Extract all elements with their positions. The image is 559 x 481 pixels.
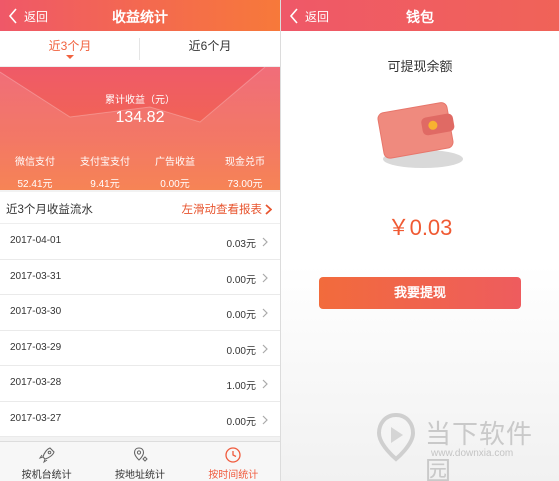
clock-icon xyxy=(225,447,241,463)
stat-name: 广告收益 xyxy=(155,157,195,168)
stat-wechat-pay: 微信支付 52.41元 xyxy=(0,153,70,190)
header-bar: 返回 收益统计 xyxy=(0,0,280,31)
active-indicator-icon xyxy=(66,55,74,59)
income-summary: 累计收益（元） 134.82 微信支付 52.41元 支付宝支付 9.41元 广… xyxy=(0,67,280,190)
watermark-url: www.downxia.com xyxy=(431,448,514,459)
list-item[interactable]: 2017-03-28 1.00元 xyxy=(0,366,280,402)
row-date: 2017-03-28 xyxy=(10,377,62,388)
stat-value: 9.41元 xyxy=(90,179,120,190)
chevron-right-icon xyxy=(262,379,268,389)
row-amount: 0.00元 xyxy=(226,416,256,428)
wallet-screen: 返回 钱包 可提现余额 ￥0.03 我要提现 当下软件园 www.downxia… xyxy=(281,0,559,481)
chevron-right-icon xyxy=(265,203,272,215)
period-tabs: 近3个月 近6个月 xyxy=(0,31,280,67)
watermark-logo-icon xyxy=(376,412,416,462)
chevron-right-icon xyxy=(262,344,268,353)
row-amount: 0.03元 xyxy=(226,239,256,250)
list-item[interactable]: 2017-03-31 0.00元 xyxy=(0,259,280,295)
income-stats-screen: 返回 收益统计 近3个月 近6个月 累计收益（元） 134.82 微信支付 52… xyxy=(0,0,280,481)
nav-by-time[interactable]: 按时间统计 xyxy=(187,442,280,481)
stat-ad-income: 广告收益 0.00元 xyxy=(140,153,210,190)
income-breakdown: 微信支付 52.41元 支付宝支付 9.41元 广告收益 0.00元 现金兑币 … xyxy=(0,153,280,190)
stat-name: 现金兑币 xyxy=(225,157,265,168)
row-date: 2017-03-29 xyxy=(10,341,62,353)
view-report-link[interactable]: 左滑动查看报表 xyxy=(181,201,272,217)
stat-value: 0.00元 xyxy=(160,179,190,190)
rocket-icon xyxy=(38,447,55,464)
income-flow-list: 2017-04-01 0.03元 2017-03-31 0.00元 2017-0… xyxy=(0,224,280,437)
row-date: 2017-04-01 xyxy=(10,235,62,246)
row-date: 2017-03-31 xyxy=(10,270,62,282)
list-item[interactable]: 2017-04-01 0.03元 xyxy=(0,224,280,260)
chevron-right-icon xyxy=(262,415,268,424)
wallet-icon xyxy=(377,102,463,168)
nav-label: 按机台统计 xyxy=(21,470,72,481)
row-date: 2017-03-30 xyxy=(10,306,62,317)
header-bar: 返回 钱包 xyxy=(281,0,559,31)
nav-by-machine[interactable]: 按机台统计 xyxy=(0,442,93,481)
withdrawable-balance-label: 可提现余额 xyxy=(387,59,453,74)
nav-label: 按地址统计 xyxy=(114,470,165,481)
stat-name: 支付宝支付 xyxy=(80,157,130,168)
balance-amount: ￥0.03 xyxy=(387,215,453,240)
stat-name: 微信支付 xyxy=(15,157,55,168)
income-flow-title: 近3个月收益流水 xyxy=(6,204,93,216)
stat-value: 52.41元 xyxy=(17,179,53,190)
stat-cash-exchange: 现金兑币 73.00元 xyxy=(210,153,280,190)
total-income-value: 134.82 xyxy=(115,109,165,126)
list-item[interactable]: 2017-03-29 0.00元 xyxy=(0,330,280,366)
row-amount: 1.00元 xyxy=(226,381,256,392)
bottom-nav: 按机台统计 按地址统计 按时间统计 xyxy=(0,441,280,481)
watermark: 当下软件园 www.downxia.com xyxy=(373,408,553,481)
row-date: 2017-03-27 xyxy=(10,412,62,424)
location-icon xyxy=(133,447,148,462)
row-amount: 0.00元 xyxy=(226,345,256,357)
income-flow-header: 近3个月收益流水 左滑动查看报表 xyxy=(0,192,280,224)
nav-by-location[interactable]: 按地址统计 xyxy=(93,442,186,481)
tab-6-months[interactable]: 近6个月 xyxy=(140,31,280,66)
row-amount: 0.00元 xyxy=(226,274,256,286)
tab-label: 近3个月 xyxy=(48,39,92,53)
page-title: 钱包 xyxy=(406,9,434,25)
view-report-label: 左滑动查看报表 xyxy=(181,204,263,216)
list-item[interactable]: 2017-03-30 0.00元 xyxy=(0,295,280,331)
list-item[interactable]: 2017-03-27 0.00元 xyxy=(0,401,280,437)
row-amount: 0.00元 xyxy=(226,310,256,321)
chevron-right-icon xyxy=(262,308,268,318)
page-title: 收益统计 xyxy=(112,9,168,25)
tab-label: 近6个月 xyxy=(188,39,232,53)
chevron-right-icon xyxy=(262,237,268,247)
total-income-label: 累计收益（元） xyxy=(105,95,175,106)
tab-3-months[interactable]: 近3个月 xyxy=(0,31,140,66)
stat-value: 73.00元 xyxy=(227,179,263,190)
withdraw-button[interactable]: 我要提现 xyxy=(319,277,521,309)
nav-label: 按时间统计 xyxy=(208,470,259,481)
tab-divider xyxy=(139,38,140,60)
stat-alipay: 支付宝支付 9.41元 xyxy=(70,153,140,190)
chevron-right-icon xyxy=(262,273,268,282)
